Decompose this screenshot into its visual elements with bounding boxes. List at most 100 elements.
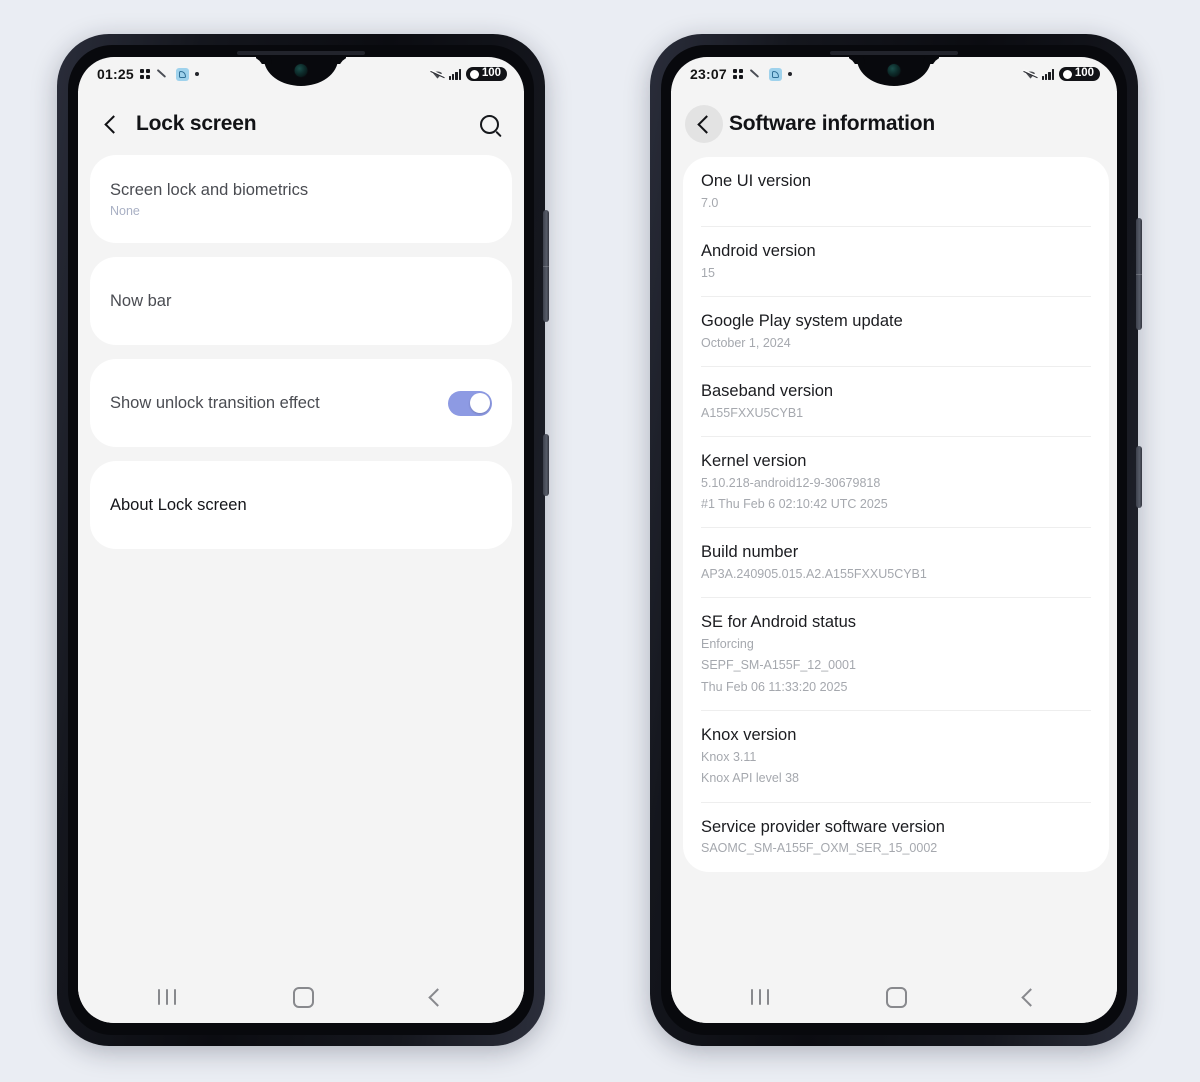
recents-icon[interactable] xyxy=(751,989,770,1005)
list-item-about-lock-screen[interactable]: About Lock screen xyxy=(110,461,492,549)
back-icon[interactable] xyxy=(427,987,447,1007)
battery-charge-indicator xyxy=(469,69,479,79)
phone-device-software-information: 23:07 100 Software information One UI ve… xyxy=(650,34,1142,1046)
info-value: Enforcing xyxy=(701,637,754,651)
info-label: Baseband version xyxy=(701,382,834,400)
dot-icon xyxy=(787,72,792,76)
list-item-text: Now bar xyxy=(110,291,492,312)
battery-percent-label: 100 xyxy=(481,67,501,80)
phone-bezel: 23:07 100 Software information One UI ve… xyxy=(661,45,1127,1035)
info-row-service-provider-software-version[interactable]: Service provider software version SAOMC_… xyxy=(701,803,1091,872)
settings-list: Screen lock and biometrics None Now bar xyxy=(78,155,524,971)
info-label: One UI version xyxy=(701,172,812,190)
wifi-icon xyxy=(429,68,445,80)
info-value: Knox API level 38 xyxy=(701,771,799,786)
power-button[interactable] xyxy=(1136,446,1142,508)
volume-rocker-button[interactable] xyxy=(543,210,549,322)
list-item-screen-lock-and-biometrics[interactable]: Screen lock and biometrics None xyxy=(110,155,492,243)
info-label: SE for Android status xyxy=(701,613,857,632)
info-value: Knox 3.11 xyxy=(701,749,757,764)
pen-icon xyxy=(750,68,763,81)
phone-device-lock-screen: 01:25 100 Lock screen Screen lock and bi… xyxy=(57,34,549,1046)
back-icon[interactable] xyxy=(1020,987,1040,1007)
dot-icon xyxy=(194,72,199,76)
list-item-label: Screen lock and biometrics xyxy=(110,181,309,200)
phone-screen-lock-screen: 01:25 100 Lock screen Screen lock and bi… xyxy=(78,57,524,1023)
info-value: 7.0 xyxy=(701,195,719,210)
home-icon[interactable] xyxy=(292,986,314,1008)
list-item-label: Show unlock transition effect xyxy=(110,393,320,412)
list-item-text: Screen lock and biometrics None xyxy=(110,180,492,218)
navigation-bar xyxy=(78,971,524,1023)
status-bar-clock: 23:07 xyxy=(690,66,727,82)
list-item-value: None xyxy=(110,203,140,218)
back-button[interactable] xyxy=(685,105,723,143)
software-information-list: One UI version 7.0 Android version 15 Go… xyxy=(671,155,1117,971)
info-value: SAOMC_SM-A155F_OXM_SER_15_0002 xyxy=(701,841,938,856)
info-value: AP3A.240905.015.A2.A155FXXU5CYB1 xyxy=(701,567,927,581)
list-item-text: Show unlock transition effect xyxy=(110,393,448,414)
info-value: SEPF_SM-A155F_12_0001 xyxy=(701,658,856,673)
earpiece-speaker xyxy=(237,51,365,55)
status-bar: 23:07 100 xyxy=(671,57,1117,91)
info-value: October 1, 2024 xyxy=(701,335,791,350)
info-label: Google Play system update xyxy=(701,312,903,330)
status-bar-left: 23:07 xyxy=(690,66,792,82)
navigation-bar xyxy=(671,971,1117,1023)
pen-icon xyxy=(157,68,170,81)
chevron-left-icon xyxy=(103,114,123,134)
info-row-build-number[interactable]: Build number AP3A.240905.015.A2.A155FXXU… xyxy=(701,528,1091,599)
battery-charge-indicator xyxy=(1062,69,1072,79)
list-item-label: About Lock screen xyxy=(110,495,247,514)
search-icon xyxy=(479,114,499,134)
status-bar-left: 01:25 xyxy=(97,66,199,82)
settings-card: About Lock screen xyxy=(90,461,512,549)
phone-screen-software-information: 23:07 100 Software information One UI ve… xyxy=(671,57,1117,1023)
battery-icon: 100 xyxy=(1058,66,1100,82)
signal-icon xyxy=(1041,68,1055,80)
info-value: A155FXXU5CYB1 xyxy=(701,405,804,420)
power-button[interactable] xyxy=(543,434,549,496)
search-button[interactable] xyxy=(472,107,506,141)
list-item-label: Now bar xyxy=(110,291,172,310)
home-icon[interactable] xyxy=(885,986,907,1008)
volume-rocker-button[interactable] xyxy=(1136,218,1142,330)
info-row-one-ui-version[interactable]: One UI version 7.0 xyxy=(701,157,1091,227)
info-row-android-version[interactable]: Android version 15 xyxy=(701,227,1091,297)
recents-icon[interactable] xyxy=(158,989,177,1005)
info-row-se-for-android-status[interactable]: SE for Android status Enforcing SEPF_SM-… xyxy=(701,598,1091,712)
info-row-kernel-version[interactable]: Kernel version 5.10.218-android12-9-3067… xyxy=(701,437,1091,529)
status-bar: 01:25 100 xyxy=(78,57,524,91)
back-button[interactable] xyxy=(92,105,130,143)
settings-app-software-information: Software information One UI version 7.0 … xyxy=(671,91,1117,1023)
info-label: Build number xyxy=(701,543,799,562)
unlock-transition-effect-toggle[interactable] xyxy=(448,390,492,416)
info-value: 5.10.218-android12-9-30679818 xyxy=(701,475,881,490)
toggle-knob xyxy=(469,393,490,413)
list-item-now-bar[interactable]: Now bar xyxy=(110,257,492,345)
list-item-show-unlock-transition-effect[interactable]: Show unlock transition effect xyxy=(110,359,492,447)
dots-grid-icon xyxy=(139,68,151,80)
info-row-google-play-system-update[interactable]: Google Play system update October 1, 202… xyxy=(701,297,1091,367)
settings-app-lock-screen: Lock screen Screen lock and biometrics N… xyxy=(78,91,524,1023)
info-label: Android version xyxy=(701,242,816,260)
wifi-icon xyxy=(1022,68,1038,80)
app-bar: Lock screen xyxy=(78,91,524,155)
dots-grid-icon xyxy=(732,68,744,80)
info-row-knox-version[interactable]: Knox version Knox 3.11 Knox API level 38 xyxy=(701,711,1091,803)
settings-card: Screen lock and biometrics None xyxy=(90,155,512,243)
info-row-baseband-version[interactable]: Baseband version A155FXXU5CYB1 xyxy=(701,367,1091,437)
share-icon xyxy=(768,67,782,81)
info-label: Kernel version xyxy=(701,452,807,470)
list-item-text: About Lock screen xyxy=(110,495,492,516)
battery-icon: 100 xyxy=(465,66,507,82)
page-title: Software information xyxy=(729,112,936,135)
share-icon xyxy=(175,67,189,81)
status-bar-clock: 01:25 xyxy=(97,66,134,82)
software-information-card: One UI version 7.0 Android version 15 Go… xyxy=(683,157,1109,872)
phone-bezel: 01:25 100 Lock screen Screen lock and bi… xyxy=(68,45,534,1035)
battery-percent-label: 100 xyxy=(1074,67,1094,80)
info-label: Knox version xyxy=(701,726,797,745)
info-value: #1 Thu Feb 6 02:10:42 UTC 2025 xyxy=(701,497,888,511)
app-bar: Software information xyxy=(671,91,1117,155)
